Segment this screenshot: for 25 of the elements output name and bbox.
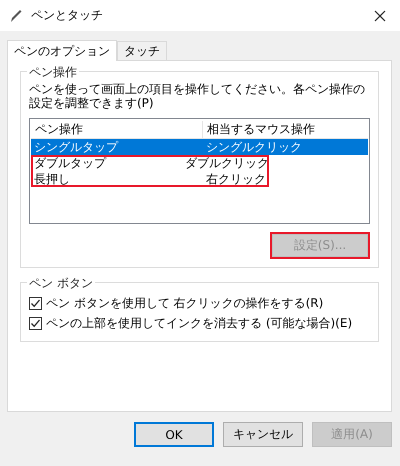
list-row[interactable]: シングルタップ シングルクリック bbox=[31, 139, 368, 155]
checkbox[interactable] bbox=[29, 296, 42, 310]
tab[interactable]: タッチ bbox=[117, 41, 167, 60]
column-header[interactable]: 相当するマウス操作 bbox=[203, 120, 315, 138]
list-cell-text: 長押し bbox=[33, 170, 71, 188]
list-cell-text: シングルタップ bbox=[33, 138, 120, 156]
window-title: ペンとタッチ bbox=[31, 7, 104, 24]
list-cell-text: 右クリック bbox=[205, 170, 266, 188]
column-header[interactable]: ペン操作 bbox=[31, 120, 203, 138]
dialog-button[interactable]: OK bbox=[134, 422, 214, 447]
group-title: ペン ボタン bbox=[27, 275, 95, 292]
tab[interactable]: ペンのオプション bbox=[7, 40, 117, 61]
list-row[interactable]: ダブルタップ ダブルクリック bbox=[31, 155, 269, 171]
close-icon bbox=[374, 10, 386, 22]
checkbox-label: ペンの上部を使用してインクを消去する (可能な場合)(E) bbox=[46, 314, 352, 332]
description-text: ペンを使って画面上の項目を操作してください。各ペン操作の設定を調整できます(P) bbox=[29, 82, 366, 110]
list-row[interactable]: 長押し 右クリック bbox=[31, 171, 269, 187]
list-cell-text: シングルクリック bbox=[205, 138, 302, 156]
list-cell-text: ダブルクリック bbox=[184, 154, 269, 172]
list-cell-text: ダブルタップ bbox=[33, 154, 108, 172]
group-title: ペン操作 bbox=[27, 64, 79, 81]
dialog-button[interactable]: キャンセル bbox=[223, 422, 303, 447]
checkbox[interactable] bbox=[29, 316, 42, 330]
checkbox-label: ペン ボタンを使用して 右クリックの操作をする(R) bbox=[46, 294, 324, 312]
pen-icon bbox=[9, 8, 23, 22]
